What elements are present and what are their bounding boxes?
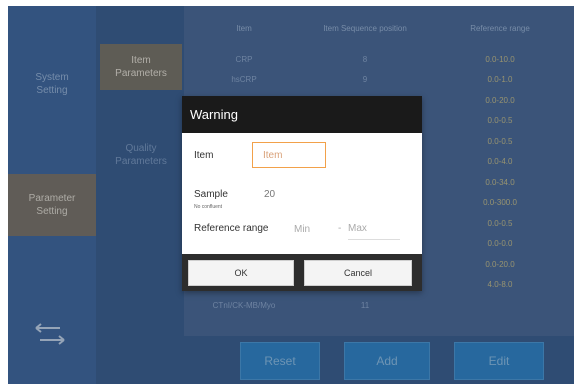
sample-label: Sample bbox=[194, 189, 228, 200]
range-max-input[interactable]: Max bbox=[348, 218, 400, 240]
ok-button[interactable]: OK bbox=[188, 260, 294, 286]
sample-value[interactable]: 20 bbox=[264, 189, 275, 200]
device-screen: System Setting Parameter Setting Item Pa… bbox=[8, 6, 574, 384]
cancel-button[interactable]: Cancel bbox=[304, 260, 412, 286]
sample-sub-label: No confluent bbox=[194, 204, 223, 210]
item-input[interactable]: Item bbox=[252, 142, 326, 168]
warning-dialog: Warning Item Item Sample No confluent 20… bbox=[182, 96, 422, 291]
reference-range-label: Reference range bbox=[194, 223, 269, 234]
range-separator: - bbox=[338, 223, 342, 234]
item-label: Item bbox=[194, 150, 214, 161]
range-min-input[interactable]: Min bbox=[294, 218, 334, 240]
dialog-title: Warning bbox=[182, 96, 422, 133]
